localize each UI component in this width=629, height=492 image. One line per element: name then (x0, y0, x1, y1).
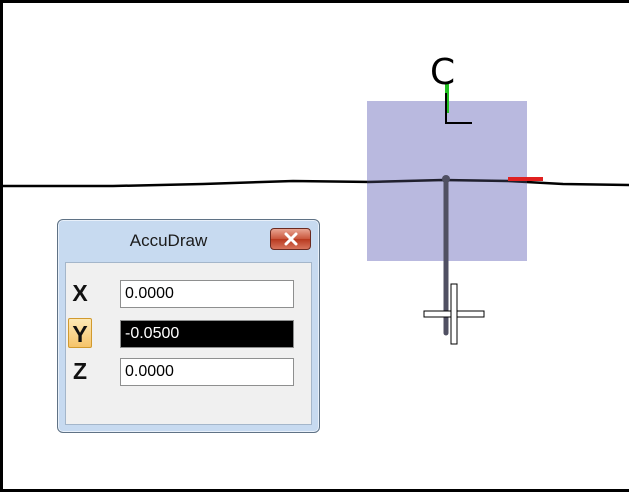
close-icon (284, 232, 297, 246)
axis-y-input[interactable] (120, 320, 294, 348)
compass-origin-glyph: C (424, 53, 472, 127)
axis-row-z: Z (66, 356, 311, 386)
axis-x-label[interactable]: X (68, 278, 92, 308)
axis-y-label[interactable]: Y (68, 318, 92, 348)
accudraw-dialog[interactable]: AccuDraw X Y Z (57, 219, 320, 433)
compass-origin-point (442, 175, 450, 183)
accudraw-client: X Y Z (65, 262, 312, 425)
crosshair-cursor-icon (423, 283, 485, 345)
compass-origin-hook (445, 93, 472, 124)
axis-z-label[interactable]: Z (68, 356, 92, 386)
axis-row-y: Y (66, 318, 311, 348)
axis-x-input[interactable] (120, 280, 294, 308)
axis-z-input[interactable] (120, 358, 294, 386)
axis-row-x: X (66, 278, 311, 308)
close-button[interactable] (270, 228, 311, 250)
accudraw-titlebar[interactable]: AccuDraw (58, 220, 319, 260)
accudraw-title: AccuDraw (129, 231, 208, 250)
